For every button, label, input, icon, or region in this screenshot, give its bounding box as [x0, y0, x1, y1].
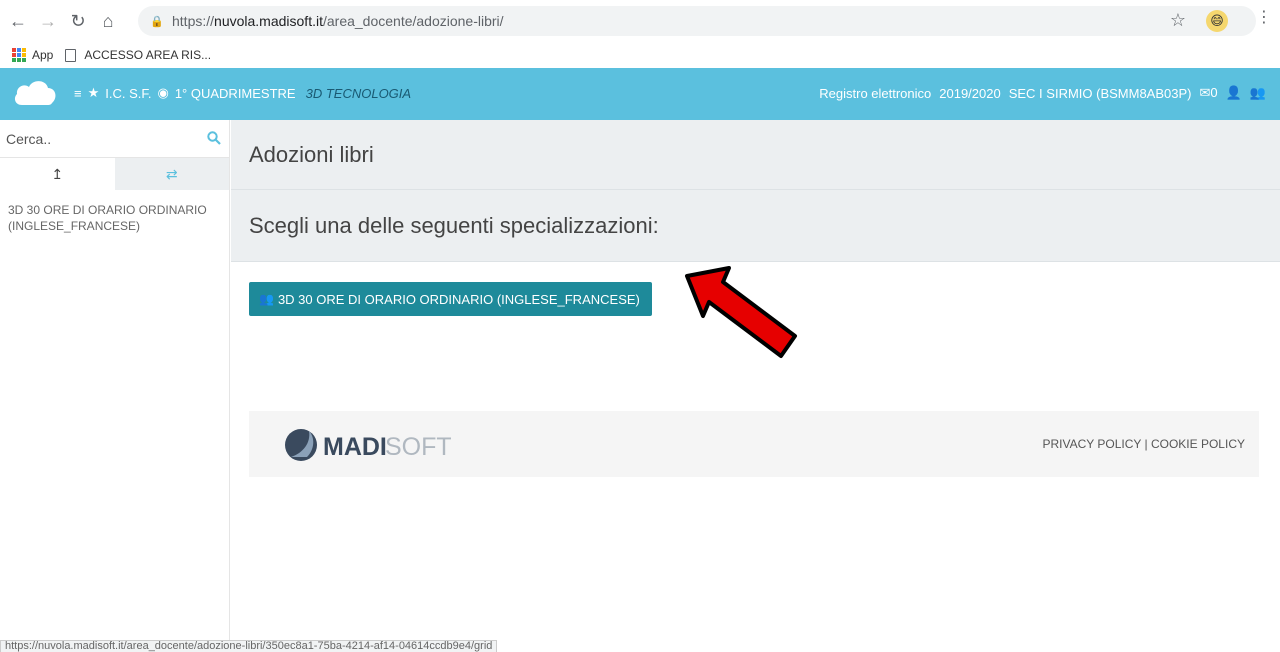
logo-light: SOFT: [385, 433, 451, 461]
period[interactable]: 1° QUADRIMESTRE: [175, 86, 296, 101]
url-host: nuvola.madisoft.it: [214, 13, 323, 29]
search-box[interactable]: Cerca..: [0, 120, 229, 158]
address-bar[interactable]: 🔒 https://nuvola.madisoft.it/area_docent…: [138, 6, 1256, 36]
tab-retweet[interactable]: ⇄: [114, 158, 229, 190]
tab-upload[interactable]: ↥: [0, 158, 115, 190]
class-subject[interactable]: 3D TECNOLOGIA: [306, 86, 411, 101]
specialization-label: 3D 30 ORE DI ORARIO ORDINARIO (INGLESE_F…: [277, 291, 640, 307]
status-url: https://nuvola.madisoft.it/area_docente/…: [0, 640, 498, 652]
specialization-button[interactable]: 👥 3D 30 ORE DI ORARIO ORDINARIO (INGLESE…: [249, 282, 652, 316]
browser-toolbar: ← → ↻ ⌂ 🔒 https://nuvola.madisoft.it/are…: [0, 0, 1280, 42]
search-icon[interactable]: [207, 131, 221, 145]
eye-icon: ◉: [157, 85, 169, 100]
section-subtitle: Scegli una delle seguenti specializzazio…: [231, 190, 1280, 262]
bookmark-accesso[interactable]: ACCESSO AREA RIS...: [65, 48, 211, 62]
user-icon[interactable]: 👤: [1226, 85, 1242, 101]
sidebar: Cerca.. ↥ ⇄ 3D 30 ORE DI ORARIO ORDINARI…: [0, 120, 230, 640]
register-label: Registro elettronico: [819, 85, 932, 101]
bookmark-star-icon[interactable]: ☆: [1170, 10, 1186, 31]
spec-list: 👥 3D 30 ORE DI ORARIO ORDINARIO (INGLESE…: [231, 262, 1280, 392]
footer-links[interactable]: PRIVACY POLICY | COOKIE POLICY: [1042, 437, 1245, 451]
context-bar: ≡ ★ I.C. S.F. ◉ 1° QUADRIMESTRE 3D TECNO…: [74, 85, 411, 101]
retweet-icon: ⇄: [165, 165, 178, 182]
bookmark-apps[interactable]: App: [12, 48, 53, 62]
page-icon: [65, 48, 77, 62]
envelope-icon: ✉: [1199, 85, 1211, 100]
url-path: /area_docente/adozione-libri/: [322, 13, 504, 29]
bookmark-label: App: [32, 48, 54, 62]
bookmark-label: ACCESSO AREA RIS...: [84, 48, 212, 62]
profile-avatar-icon[interactable]: 😄: [1206, 10, 1228, 32]
app-header: ≡ ★ I.C. S.F. ◉ 1° QUADRIMESTRE 3D TECNO…: [0, 68, 1280, 120]
url-scheme: https://: [172, 13, 215, 29]
header-info: Registro elettronico 2019/2020 SEC I SIR…: [819, 85, 1266, 101]
school-year[interactable]: 2019/2020: [939, 86, 1000, 101]
page-title: Adozioni libri: [231, 120, 1280, 190]
bookmarks-bar: App ACCESSO AREA RIS...: [0, 42, 1280, 68]
upload-icon: ↥: [51, 165, 64, 182]
messages-count: 0: [1210, 85, 1218, 100]
forward-icon[interactable]: →: [36, 9, 60, 33]
browser-menu-icon[interactable]: ⋮: [1256, 10, 1272, 26]
footer: MADI SOFT PRIVACY POLICY | COOKIE POLICY: [249, 411, 1259, 477]
main-content: Adozioni libri Scegli una delle seguenti…: [231, 120, 1280, 477]
reload-icon[interactable]: ↻: [66, 9, 90, 33]
search-input[interactable]: Cerca..: [6, 131, 51, 147]
red-arrow-annotation: [685, 266, 797, 358]
cloud-logo-icon[interactable]: [12, 78, 58, 106]
back-icon[interactable]: ←: [6, 9, 30, 33]
sidebar-item-class[interactable]: 3D 30 ORE DI ORARIO ORDINARIO (INGLESE_F…: [0, 190, 229, 246]
school-name[interactable]: I.C. S.F.: [105, 86, 151, 101]
star-icon[interactable]: ★: [88, 85, 100, 101]
school-code[interactable]: SEC I SIRMIO (BSMM8AB03P): [1009, 86, 1192, 101]
messages[interactable]: ✉0: [1199, 85, 1217, 101]
logo-bold: MADI: [323, 433, 387, 461]
home-icon[interactable]: ⌂: [96, 9, 120, 33]
apps-grid-icon: [12, 48, 26, 62]
menu-icon[interactable]: ≡: [74, 86, 82, 101]
sidebar-tabs: ↥ ⇄: [0, 158, 229, 190]
madisoft-logo[interactable]: MADI SOFT: [281, 425, 451, 465]
lock-icon: 🔒: [150, 15, 164, 28]
user-menu-icon[interactable]: 👥: [1250, 85, 1266, 101]
users-icon: 👥: [259, 292, 274, 306]
